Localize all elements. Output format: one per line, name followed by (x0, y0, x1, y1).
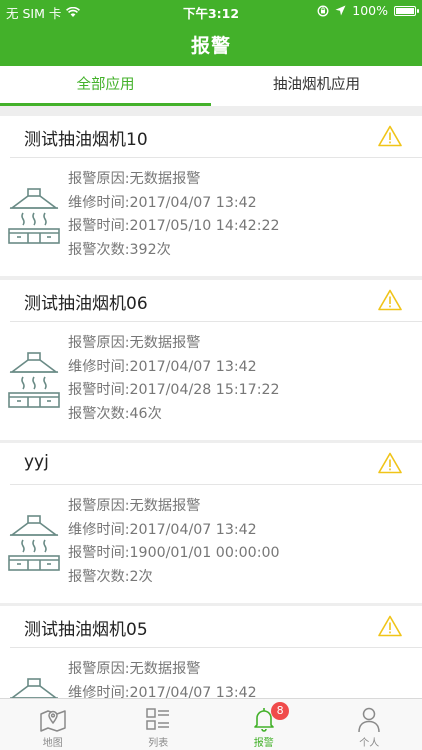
tab-range-hood-apps[interactable]: 抽油烟机应用 (211, 66, 422, 106)
device-name: 测试抽油烟机05 (24, 620, 148, 640)
alarm-card[interactable]: 测试抽油烟机10 报警原因:无数据报警 维修时间:2017/04/07 13:4… (0, 116, 422, 276)
page-title: 报警 (190, 35, 231, 57)
alarm-reason: 报警原因:无数据报警 (68, 498, 201, 514)
warning-icon (378, 125, 402, 147)
warning-icon (378, 452, 402, 474)
alarm-count-badge: 8 (271, 702, 290, 720)
tabbar-item-alarm[interactable]: 报警 8 (211, 699, 317, 750)
device-name: yyj (24, 452, 49, 472)
status-bar: 无 SIM 卡 下午3:12 100% (0, 0, 422, 22)
range-hood-icon (10, 678, 58, 698)
maintenance-time: 维修时间:2017/04/07 13:42 (68, 358, 257, 375)
device-name: 测试抽油烟机06 (24, 294, 148, 314)
range-hood-icon (8, 515, 60, 571)
alarm-time: 报警时间:1900/01/01 00:00:00 (68, 545, 280, 561)
alarm-count: 报警次数:46次 (68, 405, 162, 422)
location-arrow-icon (335, 5, 346, 16)
tab-all-apps[interactable]: 全部应用 (0, 66, 211, 106)
tabbar-label-map: 地图 (42, 738, 63, 749)
tabbar-item-map[interactable]: 地图 (0, 699, 106, 750)
list-icon (146, 708, 170, 730)
person-icon (358, 707, 380, 733)
tabbar-label-alarm: 报警 (253, 738, 274, 749)
range-hood-icon (8, 352, 60, 408)
tabbar-item-profile[interactable]: 个人 (317, 699, 422, 750)
tabbar-item-list[interactable]: 列表 (106, 699, 212, 750)
maintenance-time: 维修时间:2017/04/07 13:42 (68, 684, 257, 699)
range-hood-icon (8, 188, 60, 244)
warning-icon (378, 615, 402, 637)
alarm-count: 报警次数:2次 (68, 568, 153, 585)
segment-tabs: 全部应用 抽油烟机应用 (0, 66, 422, 106)
alarm-count: 报警次数:392次 (68, 241, 171, 258)
alarm-time: 报警时间:2017/05/10 14:42:22 (68, 218, 280, 234)
tabbar-label-profile: 个人 (359, 738, 380, 749)
alarm-card[interactable]: 测试抽油烟机06 报警原因:无数据报警 维修时间:2017/04/07 13:4… (0, 280, 422, 440)
battery-percent: 100% (352, 3, 388, 18)
warning-icon (378, 289, 402, 311)
alarm-time: 报警时间:2017/04/28 15:17:22 (68, 382, 280, 398)
nav-header: 无 SIM 卡 下午3:12 100% 报警 (0, 0, 422, 66)
tabbar-label-list: 列表 (148, 738, 169, 749)
bottom-tab-bar: 地图 列表 报警 8 个人 (0, 698, 422, 750)
map-icon (40, 710, 66, 732)
alarm-card[interactable]: yyj 报警原因:无数据报警 维修时间:2017/04/07 13:42 报警时… (0, 443, 422, 603)
maintenance-time: 维修时间:2017/04/07 13:42 (68, 194, 257, 211)
alarm-card[interactable]: 测试抽油烟机05 报警原因:无数据报警 维修时间:2017/04/07 13:4… (0, 606, 422, 698)
alarm-reason: 报警原因:无数据报警 (68, 171, 201, 187)
device-name: 测试抽油烟机10 (24, 130, 148, 150)
orientation-lock-icon (317, 5, 329, 16)
battery-icon (394, 5, 419, 16)
alarm-list[interactable]: 测试抽油烟机10 报警原因:无数据报警 维修时间:2017/04/07 13:4… (0, 106, 422, 698)
maintenance-time: 维修时间:2017/04/07 13:42 (68, 521, 257, 538)
alarm-reason: 报警原因:无数据报警 (68, 335, 201, 351)
alarm-reason: 报警原因:无数据报警 (68, 661, 201, 677)
